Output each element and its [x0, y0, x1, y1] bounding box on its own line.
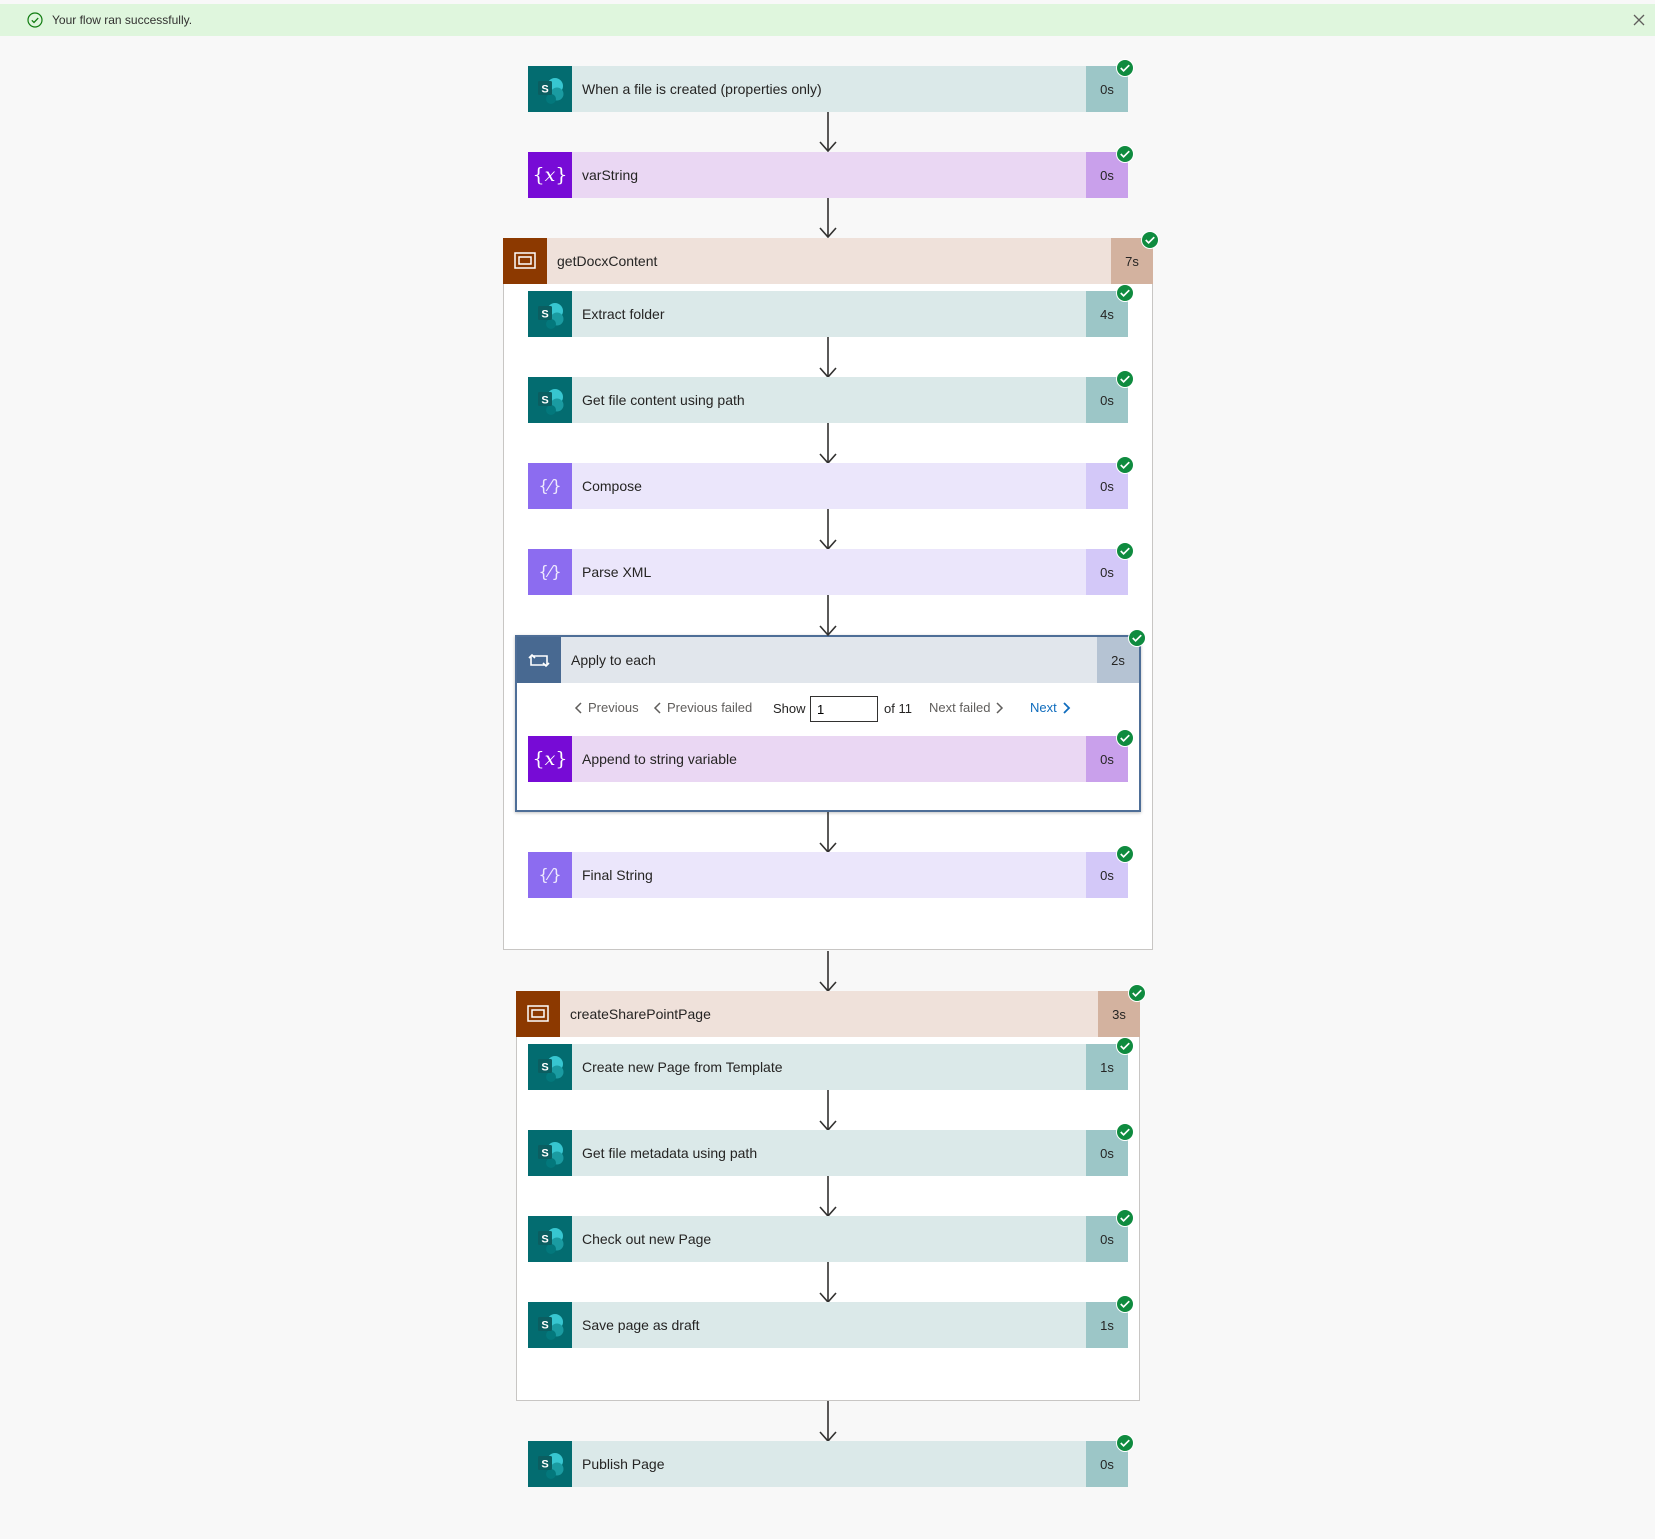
banner-message: Your flow ran successfully. [52, 13, 193, 27]
action-title: Check out new Page [582, 1231, 712, 1247]
scope-icon [503, 238, 547, 284]
iteration-total: of 11 [884, 701, 912, 716]
action-card-get-file-content[interactable]: Get file content using path 0s [528, 377, 1128, 423]
variable-icon [528, 152, 572, 198]
success-check-icon [1116, 542, 1134, 560]
success-check-icon [1116, 845, 1134, 863]
action-title: Create new Page from Template [582, 1059, 783, 1075]
iteration-pager: Previous Previous failed Show of 11 Next… [540, 696, 1100, 722]
success-check-icon [1116, 1037, 1134, 1055]
show-label: Show [773, 701, 806, 716]
scope-header-createsharepointpage[interactable]: createSharePointPage 3s [516, 991, 1140, 1037]
action-title: Compose [582, 478, 642, 494]
action-card-varstring[interactable]: varString 0s [528, 152, 1128, 198]
variable-icon [528, 736, 572, 782]
action-title: When a file is created (properties only) [582, 81, 822, 97]
flow-arrow-icon [819, 951, 837, 992]
flow-arrow-icon [819, 595, 837, 636]
action-title: Save page as draft [582, 1317, 700, 1333]
flow-arrow-icon [819, 1176, 837, 1217]
sharepoint-icon [528, 377, 572, 423]
action-card-check-out-page[interactable]: Check out new Page 0s [528, 1216, 1128, 1262]
flow-arrow-icon [819, 111, 837, 152]
action-title: Get file metadata using path [582, 1145, 758, 1161]
success-check-icon [1116, 59, 1134, 77]
sharepoint-icon [528, 291, 572, 337]
next-failed-label: Next failed [929, 700, 991, 715]
iteration-number-input[interactable] [810, 696, 878, 722]
success-check-icon [1141, 231, 1159, 249]
action-title: Apply to each [571, 652, 656, 668]
action-title: getDocxContent [557, 253, 658, 269]
success-check-icon [1116, 1209, 1134, 1227]
success-check-icon [1116, 145, 1134, 163]
action-title: Final String [582, 867, 653, 883]
action-card-compose[interactable]: Compose 0s [528, 463, 1128, 509]
success-check-icon [1128, 984, 1146, 1002]
success-banner: Your flow ran successfully. [0, 4, 1655, 36]
sharepoint-icon [528, 1130, 572, 1176]
chevron-right-icon [996, 701, 1004, 714]
action-card-save-draft[interactable]: Save page as draft 1s [528, 1302, 1128, 1348]
next-button[interactable]: Next [1030, 700, 1071, 715]
action-card-create-new-page[interactable]: Create new Page from Template 1s [528, 1044, 1128, 1090]
compose-icon [528, 549, 572, 595]
success-check-icon [1116, 1295, 1134, 1313]
chevron-left-icon [574, 701, 582, 714]
sharepoint-icon [528, 1216, 572, 1262]
action-card-trigger[interactable]: When a file is created (properties only)… [528, 66, 1128, 112]
action-title: Parse XML [582, 564, 652, 580]
action-card-extract-folder[interactable]: Extract folder 4s [528, 291, 1128, 337]
sharepoint-icon [528, 1044, 572, 1090]
previous-button[interactable]: Previous [574, 700, 639, 715]
flow-arrow-icon [819, 337, 837, 378]
success-check-icon [1116, 729, 1134, 747]
action-card-get-file-metadata[interactable]: Get file metadata using path 0s [528, 1130, 1128, 1176]
flow-arrow-icon [819, 197, 837, 238]
sharepoint-icon [528, 66, 572, 112]
sharepoint-icon [528, 1441, 572, 1487]
flow-arrow-icon [819, 812, 837, 853]
action-card-append-to-string[interactable]: Append to string variable 0s [528, 736, 1128, 782]
success-check-icon [1116, 456, 1134, 474]
success-check-icon [1116, 284, 1134, 302]
compose-icon [528, 463, 572, 509]
previous-failed-label: Previous failed [667, 700, 753, 715]
action-title: Extract folder [582, 306, 665, 322]
flow-arrow-icon [819, 1401, 837, 1442]
scope-header-getdocxcontent[interactable]: getDocxContent 7s [503, 238, 1153, 284]
sharepoint-icon [528, 1302, 572, 1348]
action-title: Append to string variable [582, 751, 737, 767]
action-title: varString [582, 167, 639, 183]
flow-arrow-icon [819, 1262, 837, 1303]
close-icon[interactable] [1629, 10, 1649, 30]
action-card-final-string[interactable]: Final String 0s [528, 852, 1128, 898]
success-check-icon [1128, 629, 1146, 647]
previous-failed-button[interactable]: Previous failed [653, 700, 752, 715]
next-label: Next [1030, 700, 1057, 715]
scope-icon [516, 991, 560, 1037]
success-check-icon [1116, 370, 1134, 388]
success-check-icon [1116, 1434, 1134, 1452]
action-title: Get file content using path [582, 392, 745, 408]
compose-icon [528, 852, 572, 898]
previous-label: Previous [588, 700, 639, 715]
success-check-icon [27, 12, 43, 28]
success-check-icon [1116, 1123, 1134, 1141]
next-failed-button[interactable]: Next failed [929, 700, 1004, 715]
chevron-right-icon [1063, 701, 1071, 714]
action-title: Publish Page [582, 1456, 665, 1472]
action-card-publish-page[interactable]: Publish Page 0s [528, 1441, 1128, 1487]
flow-arrow-icon [819, 509, 837, 550]
chevron-left-icon [653, 701, 661, 714]
loop-header-apply-to-each[interactable]: Apply to each 2s [517, 637, 1139, 683]
flow-arrow-icon [819, 423, 837, 464]
action-card-parse-xml[interactable]: Parse XML 0s [528, 549, 1128, 595]
flow-arrow-icon [819, 1090, 837, 1131]
action-title: createSharePointPage [570, 1006, 711, 1022]
loop-icon [517, 637, 561, 683]
